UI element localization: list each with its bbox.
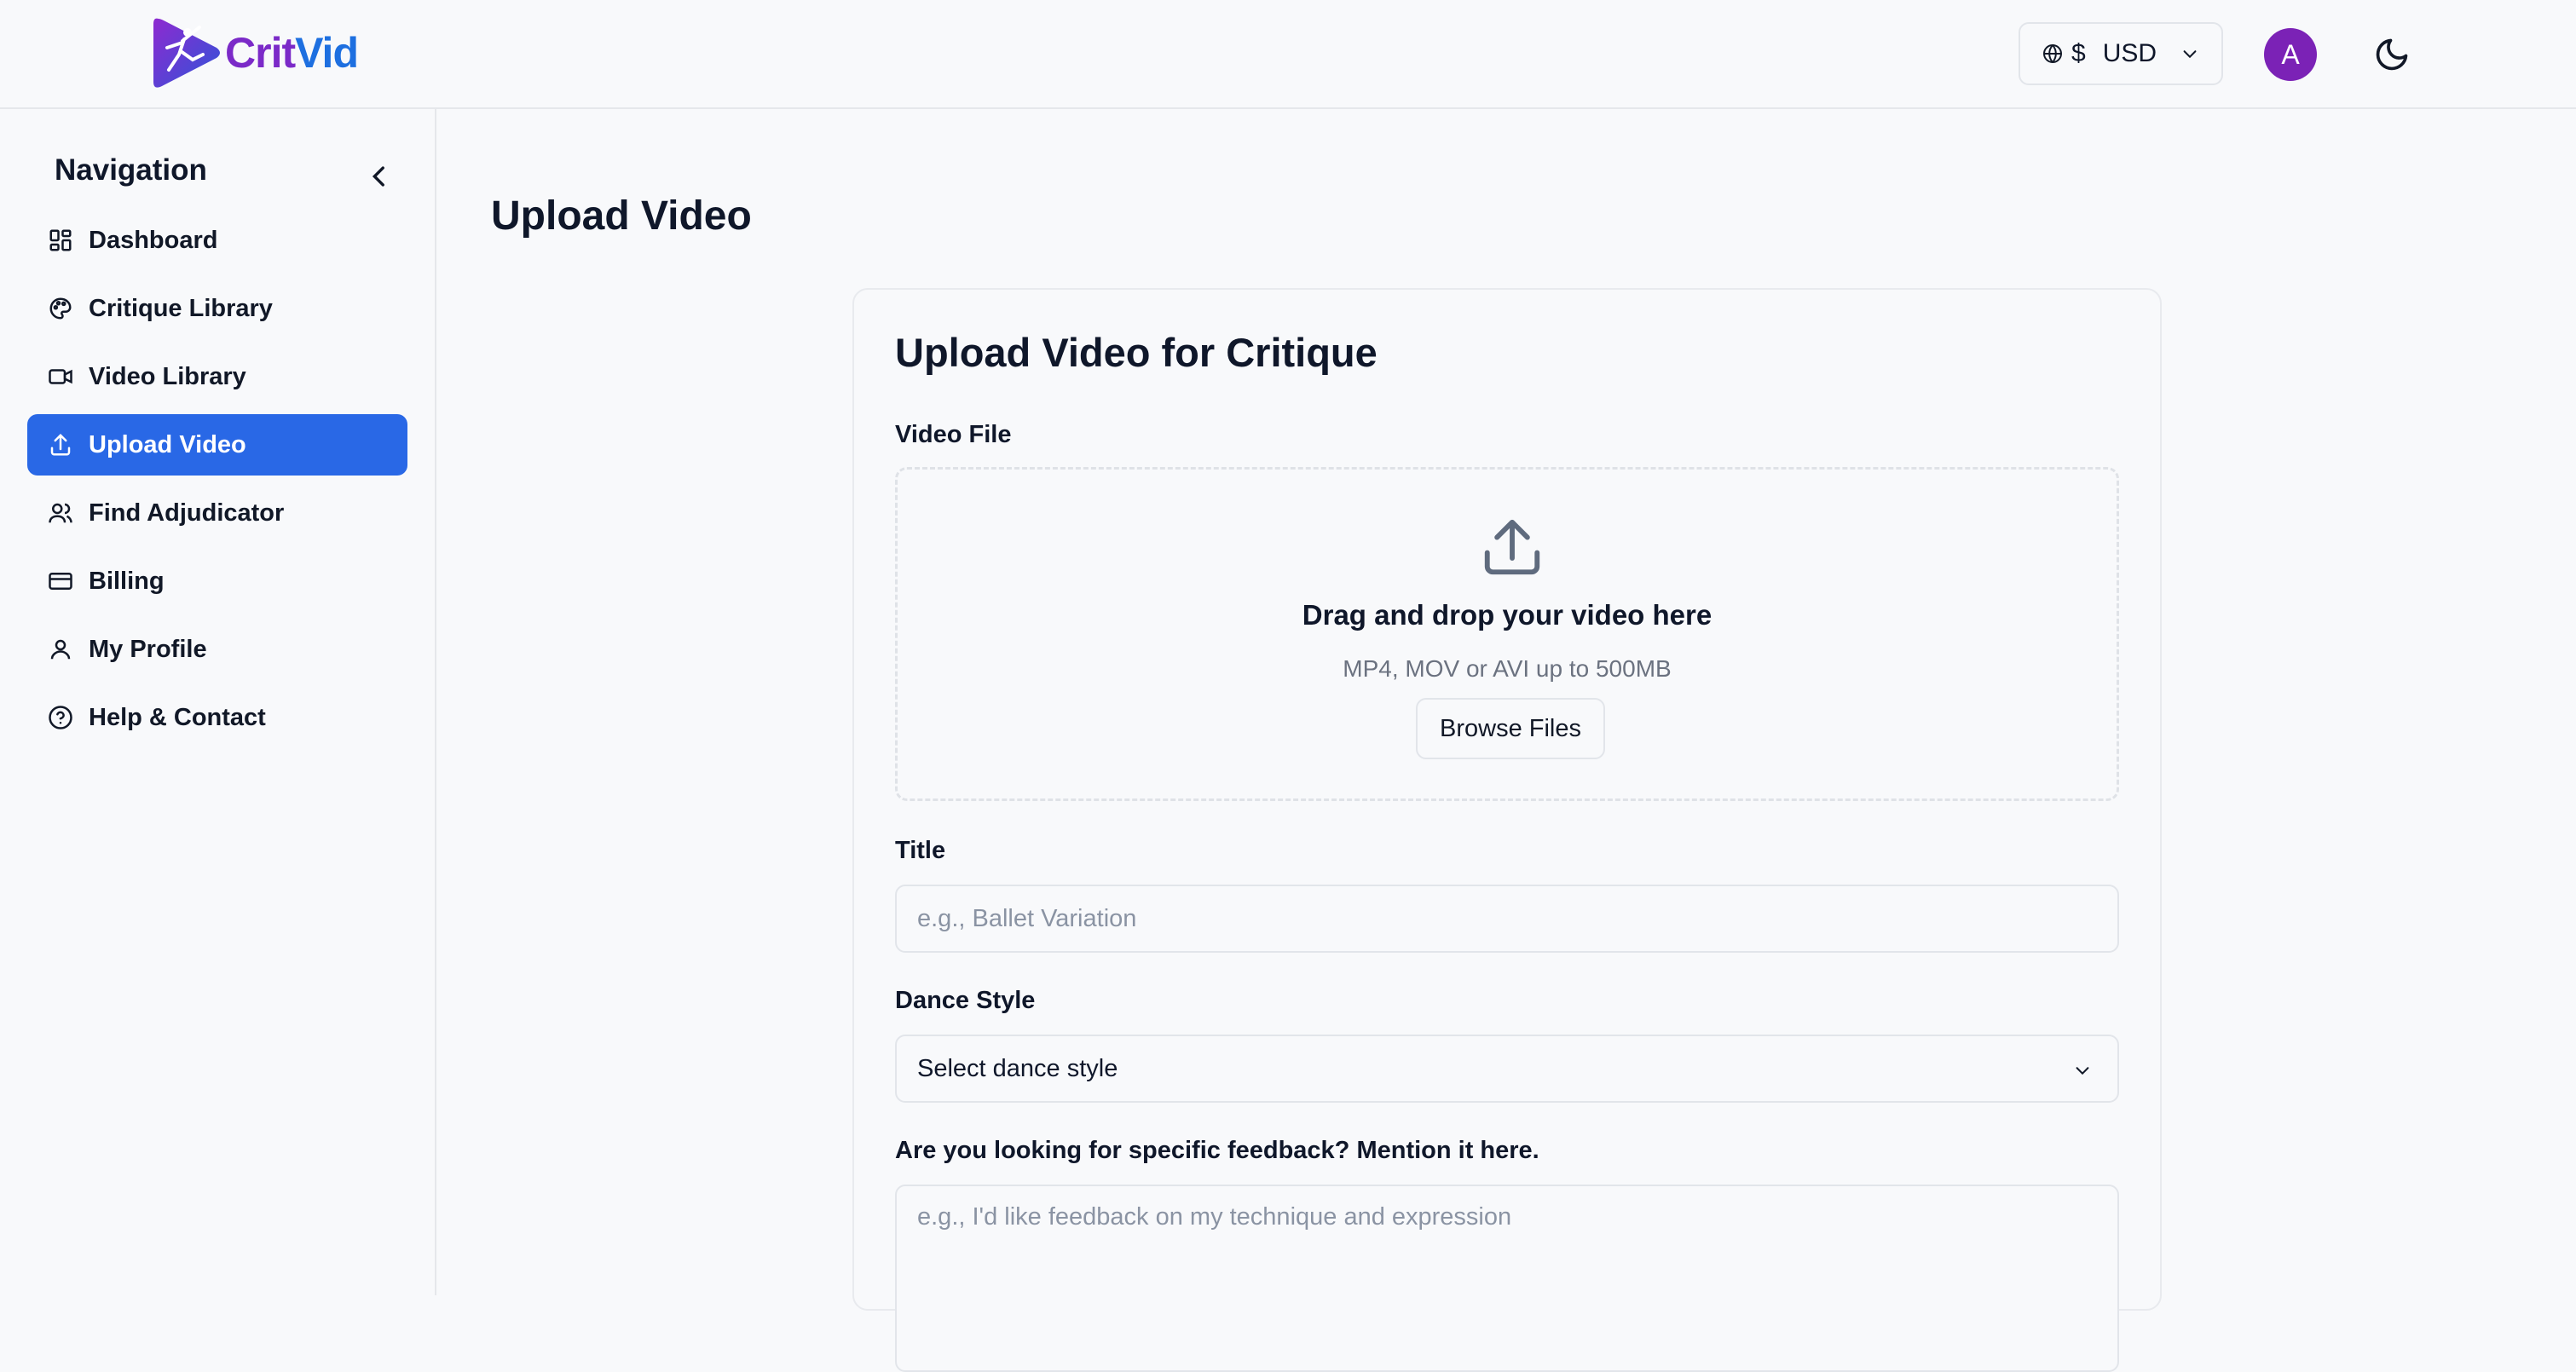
sidebar: Navigation Dashboard Critique Library Vi… — [0, 109, 436, 1295]
sidebar-item-upload-video[interactable]: Upload Video — [27, 414, 407, 476]
video-icon — [49, 369, 72, 384]
chevron-down-icon — [2183, 50, 2197, 59]
feedback-textarea[interactable] — [895, 1185, 2119, 1372]
moon-icon[interactable] — [2373, 36, 2411, 73]
page-title: Upload Video — [491, 193, 752, 239]
currency-selector[interactable]: $ USD — [2019, 22, 2223, 85]
brand-name-part1: Crit — [225, 29, 296, 77]
user-avatar[interactable]: A — [2264, 28, 2317, 81]
chevron-left-icon[interactable] — [365, 162, 394, 191]
brand-logo[interactable]: CritVid — [150, 14, 359, 92]
sidebar-item-my-profile[interactable]: My Profile — [27, 619, 407, 680]
upload-form-card: Upload Video for Critique Video File Dra… — [852, 288, 2162, 1372]
sidebar-nav: Dashboard Critique Library Video Library… — [27, 210, 407, 755]
top-header: CritVid $ USD A — [0, 0, 2576, 109]
title-input[interactable] — [895, 885, 2119, 953]
sidebar-item-label: Help & Contact — [89, 703, 266, 731]
video-file-label: Video File — [895, 421, 1012, 448]
feedback-label: Are you looking for specific feedback? M… — [895, 1137, 1539, 1164]
dancer-logo-icon — [153, 18, 220, 88]
sidebar-item-label: Upload Video — [89, 430, 246, 458]
browse-files-button[interactable]: Browse Files — [1416, 698, 1605, 759]
sidebar-item-label: Billing — [89, 567, 165, 595]
sidebar-item-critique-library[interactable]: Critique Library — [27, 278, 407, 339]
title-label: Title — [895, 837, 946, 864]
sidebar-item-billing[interactable]: Billing — [27, 551, 407, 612]
brand-name-part2: Vid — [295, 29, 359, 77]
sidebar-item-help-contact[interactable]: Help & Contact — [27, 687, 407, 748]
currency-symbol: $ — [2071, 39, 2086, 67]
globe-icon — [2043, 44, 2062, 63]
sidebar-item-find-adjudicator[interactable]: Find Adjudicator — [27, 482, 407, 544]
upload-icon — [1484, 519, 1540, 575]
dance-style-select[interactable]: Select dance style — [895, 1035, 2119, 1103]
sidebar-title: Navigation — [55, 153, 207, 187]
help-circle-icon — [49, 706, 72, 729]
credit-card-icon — [49, 573, 72, 590]
sidebar-item-video-library[interactable]: Video Library — [27, 346, 407, 407]
chevron-down-icon — [2076, 1067, 2089, 1075]
sidebar-item-label: Critique Library — [89, 294, 273, 322]
dashboard-icon — [49, 229, 72, 251]
card-title: Upload Video for Critique — [895, 330, 1378, 375]
sidebar-item-label: My Profile — [89, 635, 207, 663]
dropzone-subtitle: MP4, MOV or AVI up to 500MB — [1343, 655, 1672, 682]
currency-code: USD — [2102, 39, 2157, 67]
upload-icon — [50, 433, 71, 456]
dropzone-title: Drag and drop your video here — [1302, 599, 1713, 631]
dance-style-selected: Select dance style — [917, 1054, 1118, 1082]
users-icon — [49, 503, 72, 523]
dance-style-label: Dance Style — [895, 987, 1036, 1014]
palette-icon — [49, 297, 72, 320]
sidebar-item-label: Video Library — [89, 362, 246, 390]
user-icon — [50, 639, 71, 660]
sidebar-item-label: Find Adjudicator — [89, 499, 285, 527]
sidebar-item-label: Dashboard — [89, 226, 218, 254]
sidebar-item-dashboard[interactable]: Dashboard — [27, 210, 407, 271]
brand-name: CritVid — [225, 28, 359, 78]
video-dropzone[interactable]: Drag and drop your video here MP4, MOV o… — [895, 467, 2119, 801]
